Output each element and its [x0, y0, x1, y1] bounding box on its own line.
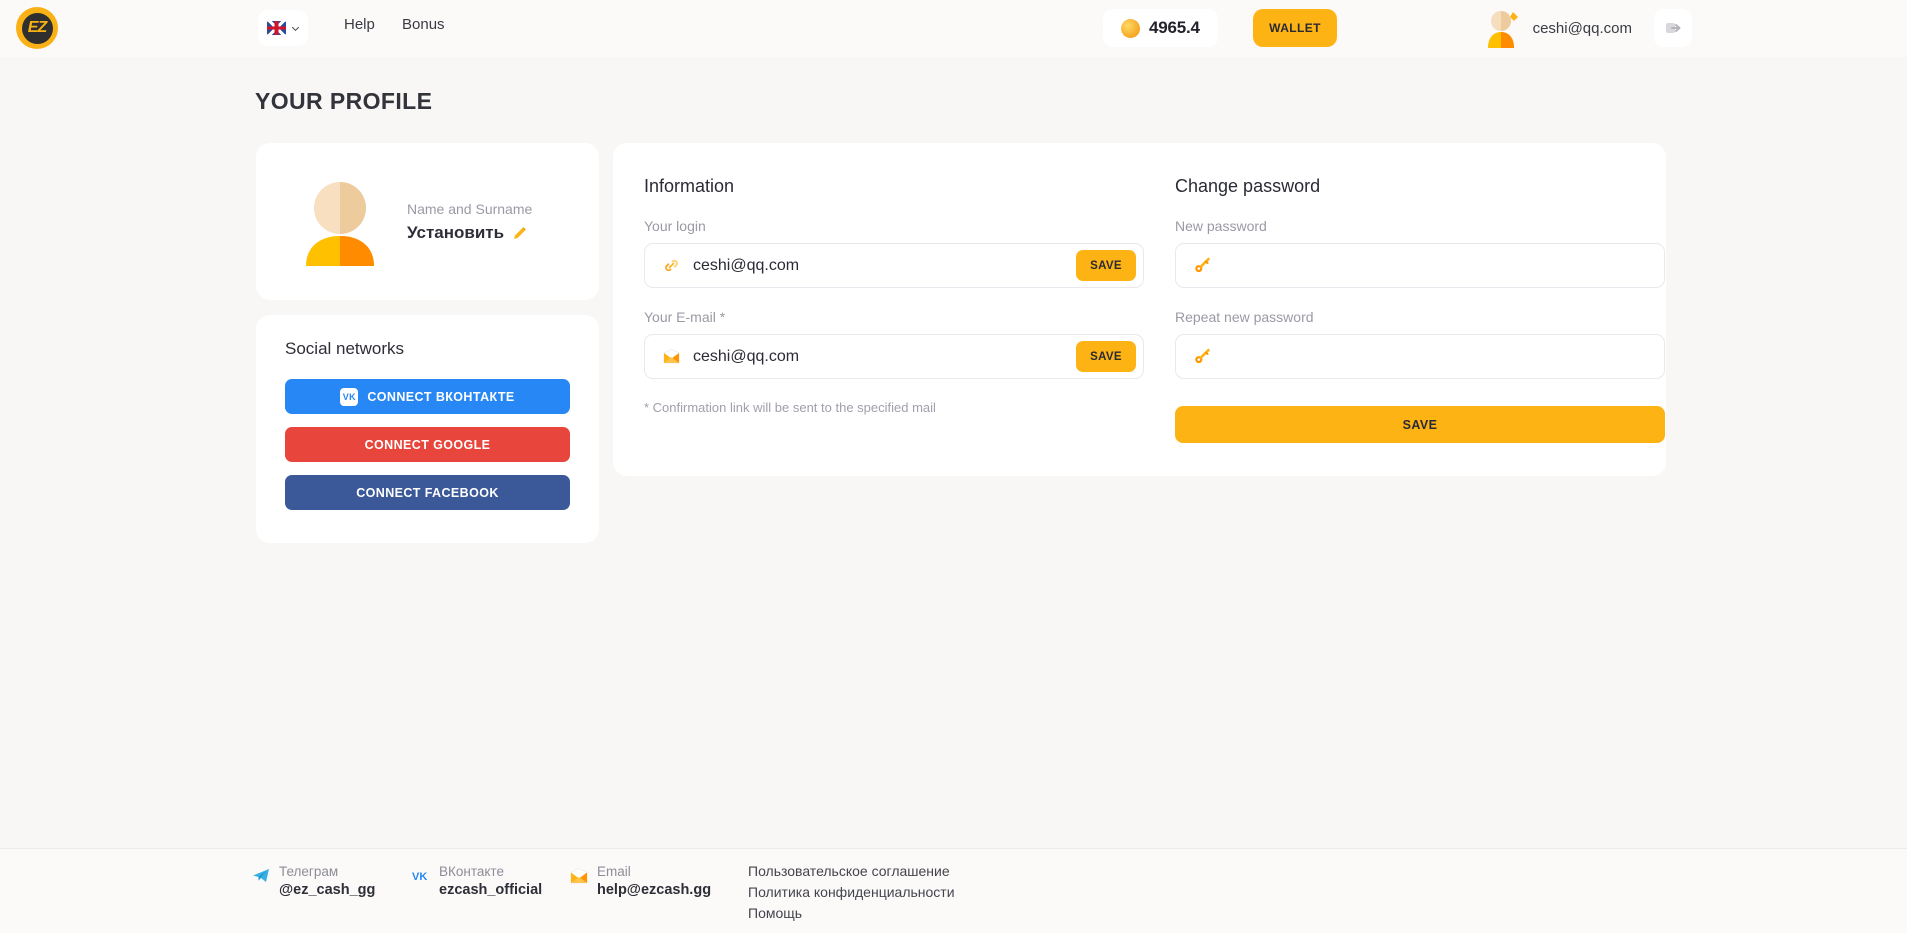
profile-avatar: [296, 178, 384, 266]
login-save-button[interactable]: SAVE: [1076, 250, 1136, 281]
footer-link-privacy-policy[interactable]: Политика конфиденциальности: [748, 884, 955, 900]
link-icon: [663, 257, 681, 274]
email-icon: [663, 349, 681, 364]
key-icon: [1194, 348, 1212, 365]
nav-bonus-link[interactable]: Bonus: [402, 16, 445, 33]
logout-button[interactable]: [1654, 9, 1692, 47]
change-password-title: Change password: [1175, 176, 1665, 197]
profile-name-label: Name and Surname: [407, 201, 532, 217]
top-header: EZ Help Bonus 4965.4 WALLET ceshi@qq.com: [0, 0, 1907, 57]
avatar: [1484, 8, 1522, 48]
email-field-row[interactable]: SAVE: [644, 334, 1144, 379]
balance-display[interactable]: 4965.4: [1103, 9, 1218, 47]
vk-icon: VK: [412, 867, 430, 885]
repeat-password-input[interactable]: [1224, 348, 1664, 366]
repeat-password-label: Repeat new password: [1175, 309, 1665, 325]
footer-contact-email[interactable]: Email help@ezcash.gg: [570, 864, 711, 898]
new-password-field-row[interactable]: [1175, 243, 1665, 288]
telegram-value: @ez_cash_gg: [279, 882, 375, 898]
email-confirmation-hint: * Confirmation link will be sent to the …: [644, 400, 1144, 415]
connect-vkontakte-button[interactable]: VK CONNECT ВКОНТАКТЕ: [285, 379, 570, 414]
account-settings-panel: Information Your login SAVE Your E-mail …: [613, 143, 1666, 476]
new-password-input[interactable]: [1224, 257, 1664, 275]
balance-amount: 4965.4: [1149, 18, 1200, 38]
svg-text:VK: VK: [412, 871, 427, 883]
vk-icon: VK: [340, 388, 358, 406]
vkontakte-label: ВКонтакте: [439, 864, 542, 879]
profile-name-block: Name and Surname Установить: [407, 201, 532, 243]
site-logo[interactable]: EZ: [16, 7, 58, 49]
email-label: Your E-mail *: [644, 309, 1144, 325]
edit-pencil-icon[interactable]: [513, 226, 527, 240]
email-icon: [570, 867, 588, 885]
wallet-button[interactable]: WALLET: [1253, 9, 1337, 47]
footer-link-user-agreement[interactable]: Пользовательское соглашение: [748, 863, 955, 879]
footer-links: Пользовательское соглашение Политика кон…: [748, 863, 955, 926]
user-account[interactable]: ceshi@qq.com: [1484, 8, 1632, 48]
logo-mark: EZ: [22, 13, 53, 44]
profile-name-value-row[interactable]: Установить: [407, 223, 532, 243]
connect-facebook-button[interactable]: CONNECT FACEBOOK: [285, 475, 570, 510]
nav-help-link[interactable]: Help: [344, 16, 375, 33]
connect-facebook-label: CONNECT FACEBOOK: [356, 486, 499, 500]
coin-icon: [1121, 19, 1140, 38]
page-title: YOUR PROFILE: [255, 88, 432, 115]
chevron-down-icon: [291, 24, 300, 33]
change-password-section: Change password New password Repeat new …: [1175, 143, 1665, 476]
login-label: Your login: [644, 218, 1144, 234]
uk-flag-icon: [267, 21, 286, 35]
profile-name-value: Установить: [407, 223, 504, 243]
user-email-label: ceshi@qq.com: [1533, 20, 1632, 37]
telegram-label: Телеграм: [279, 864, 375, 879]
connect-vkontakte-label: CONNECT ВКОНТАКТЕ: [367, 390, 514, 404]
information-title: Information: [644, 176, 1144, 197]
profile-summary-card: Name and Surname Установить: [256, 143, 599, 300]
repeat-password-field-row[interactable]: [1175, 334, 1665, 379]
email-label: Email: [597, 864, 711, 879]
telegram-icon: [252, 867, 270, 885]
connect-google-label: CONNECT GOOGLE: [365, 438, 491, 452]
login-field-row[interactable]: SAVE: [644, 243, 1144, 288]
email-save-button[interactable]: SAVE: [1076, 341, 1136, 372]
email-value: help@ezcash.gg: [597, 882, 711, 898]
vkontakte-value: ezcash_official: [439, 882, 542, 898]
logout-arrow-icon: [1664, 19, 1682, 37]
footer-link-help[interactable]: Помощь: [748, 905, 955, 921]
social-heading: Social networks: [285, 339, 570, 359]
new-password-label: New password: [1175, 218, 1665, 234]
connect-google-button[interactable]: CONNECT GOOGLE: [285, 427, 570, 462]
footer-contact-vkontakte[interactable]: VK ВКонтакте ezcash_official: [412, 864, 542, 898]
language-selector[interactable]: [258, 10, 308, 46]
social-networks-card: Social networks VK CONNECT ВКОНТАКТЕ CON…: [256, 315, 599, 543]
save-password-button[interactable]: SAVE: [1175, 406, 1665, 443]
information-section: Information Your login SAVE Your E-mail …: [644, 143, 1144, 476]
key-icon: [1194, 257, 1212, 274]
page-footer: Телеграм @ez_cash_gg VK ВКонтакте ezcash…: [0, 848, 1907, 933]
footer-contact-telegram[interactable]: Телеграм @ez_cash_gg: [252, 864, 375, 898]
